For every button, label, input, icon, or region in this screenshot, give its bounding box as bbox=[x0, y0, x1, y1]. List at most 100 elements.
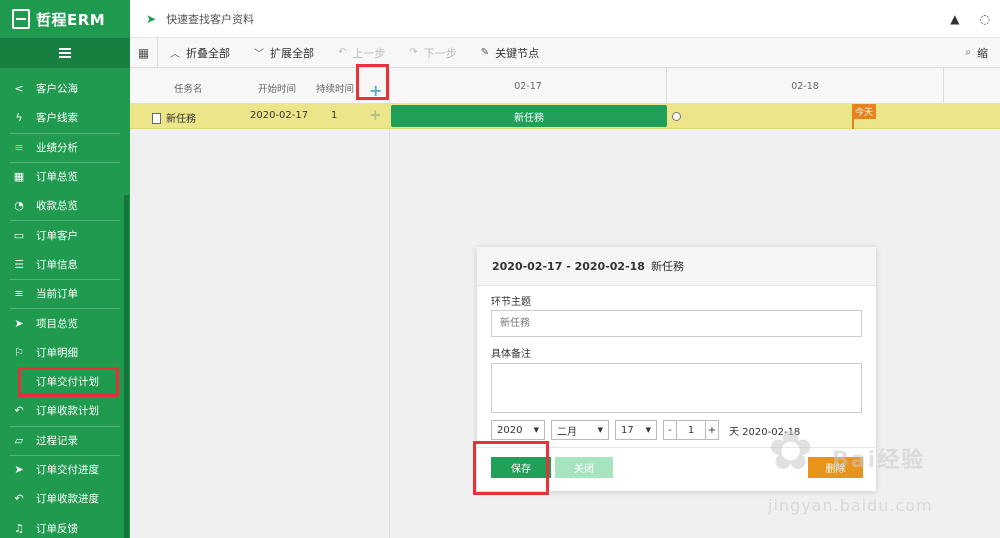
duration-plus-button[interactable]: + bbox=[705, 420, 719, 440]
collapse-all-label: 折叠全部 bbox=[186, 46, 230, 60]
bell-icon: ♫ bbox=[14, 521, 24, 535]
sidebar-item-label: 业绩分析 bbox=[36, 141, 78, 154]
critical-path-label: 关键节点 bbox=[495, 46, 540, 60]
sidebar-item-feedback[interactable]: ♫ 订单反馈 bbox=[0, 513, 130, 538]
folder-icon: ▱ bbox=[14, 433, 24, 447]
grid-body bbox=[130, 129, 390, 538]
redo-icon: ↷ bbox=[409, 47, 418, 58]
expand-all-button[interactable]: ﹀ 扩展全部 bbox=[242, 38, 326, 68]
topbar: ➤ 快速查找客户资料 ▲ ◌ bbox=[130, 0, 1000, 38]
sidebar-item-label: 订单收款进度 bbox=[36, 493, 99, 506]
brand-name: 哲程ERM bbox=[36, 10, 106, 29]
sidebar-item-performance[interactable]: ≡ 业绩分析 bbox=[0, 132, 130, 162]
duration-stepper: - 1 + bbox=[663, 420, 719, 440]
undo-icon: ↶ bbox=[338, 47, 347, 58]
redo-button[interactable]: ↷ 下一步 bbox=[397, 38, 468, 68]
watermark-logo: Bai经验 bbox=[832, 448, 926, 473]
grid-header: 任务名 开始时间 持续时间 + bbox=[130, 68, 390, 104]
sidebar-item-label: 订单客户 bbox=[36, 229, 78, 242]
sidebar-item-label: 过程记录 bbox=[36, 434, 78, 447]
sidebar-item-label: 客户公海 bbox=[36, 83, 78, 96]
sidebar-menu: < 客户公海 ϟ 客户线索 ≡ 业绩分析 ▦ 订单总览 ◔ 收款总览 ▭ 订单客户 ☰ 订单信… bbox=[0, 74, 130, 538]
undo-button[interactable]: ↶ 上一步 bbox=[326, 38, 397, 68]
sidebar-item-customer-leads[interactable]: ϟ 客户线索 bbox=[0, 103, 130, 132]
sidebar-item-customer-pool[interactable]: < 客户公海 bbox=[0, 74, 130, 103]
reply-icon: ↶ bbox=[14, 492, 24, 506]
dialog-date-range: 2020-02-17 - 2020-02-18 bbox=[492, 259, 645, 273]
timeline-date: 02-17 bbox=[390, 68, 667, 104]
duration-minus-button[interactable]: - bbox=[663, 420, 677, 440]
sidebar-item-label: 客户线索 bbox=[36, 112, 78, 125]
sidebar-toggle[interactable] bbox=[0, 38, 130, 68]
task-name: 新任務 bbox=[166, 114, 196, 125]
subject-input[interactable] bbox=[491, 310, 862, 337]
flag-icon: ⚐ bbox=[14, 345, 24, 359]
paw-icon: ✿ bbox=[768, 419, 814, 482]
search-text: 快速查找客户资料 bbox=[166, 12, 255, 26]
subject-label: 环节主题 bbox=[491, 297, 531, 308]
duration-input[interactable]: 1 bbox=[677, 420, 705, 440]
watermark-url: jingyan.baidu.com bbox=[768, 496, 933, 515]
undo-label: 上一步 bbox=[352, 46, 386, 60]
sidebar-item-current-orders[interactable]: ≡ 当前订单 bbox=[0, 279, 130, 308]
brand-logo-icon bbox=[12, 9, 30, 29]
sidebar-item-order-overview[interactable]: ▦ 订单总览 bbox=[0, 161, 130, 191]
sidebar-scrollbar[interactable] bbox=[124, 195, 129, 538]
sidebar-item-order-customer[interactable]: ▭ 订单客户 bbox=[0, 220, 130, 249]
search-icon: ⌕ bbox=[965, 47, 971, 58]
month-value: 二月 bbox=[557, 426, 577, 438]
timeline-date: 02-18 bbox=[667, 68, 944, 104]
year-select[interactable]: 2020 ▼ bbox=[491, 420, 545, 440]
sidebar-item-label: 订单反馈 bbox=[36, 522, 78, 535]
day-select[interactable]: 17 ▼ bbox=[615, 420, 657, 440]
sidebar-item-project-overview[interactable]: ➤ 项目总览 bbox=[0, 308, 130, 337]
grid-icon: ▦ bbox=[13, 170, 25, 184]
close-button[interactable]: 关闭 bbox=[555, 457, 613, 478]
col-duration: 持续时间 bbox=[316, 84, 355, 95]
calendar-icon[interactable]: ▦ bbox=[130, 37, 158, 68]
sidebar-item-order-details[interactable]: ⚐ 订单明细 bbox=[0, 338, 130, 367]
col-task-name: 任务名 bbox=[174, 84, 203, 95]
send-icon: ➤ bbox=[14, 316, 24, 330]
dialog-task-name: 新任務 bbox=[650, 260, 684, 273]
android-icon[interactable]: ▲ bbox=[950, 12, 959, 26]
sidebar-item-label: 项目总览 bbox=[36, 317, 78, 330]
share-icon: < bbox=[14, 82, 24, 96]
highlight-save bbox=[473, 441, 549, 495]
bars-icon: ≡ bbox=[14, 140, 24, 154]
task-duration: 1 bbox=[331, 110, 338, 121]
wrench-icon: ✎ bbox=[480, 47, 490, 58]
gantt-toolbar: ▦ ︿ 折叠全部 ﹀ 扩展全部 ↶ 上一步 ↷ 下一步 ✎ 关键节点 ⌕ 缩 bbox=[130, 37, 1000, 68]
chat-icon[interactable]: ◌ bbox=[980, 12, 990, 26]
sidebar-item-order-info[interactable]: ☰ 订单信息 bbox=[0, 250, 130, 279]
sidebar-item-delivery-progress[interactable]: ➤ 订单交付进度 bbox=[0, 454, 130, 484]
brand[interactable]: 哲程ERM bbox=[0, 0, 130, 38]
sidebar-item-payment-overview[interactable]: ◔ 收款总览 bbox=[0, 191, 130, 220]
sidebar-item-process-records[interactable]: ▱ 过程记录 bbox=[0, 425, 130, 455]
day-value: 17 bbox=[621, 424, 634, 436]
caret-down-icon: ▼ bbox=[597, 426, 603, 434]
caret-down-icon: ▼ bbox=[533, 426, 539, 434]
add-subtask-icon[interactable]: + bbox=[369, 106, 382, 124]
list-icon: ≡ bbox=[14, 287, 24, 301]
caret-down-icon: ▼ bbox=[645, 426, 651, 434]
sidebar-item-label: 订单明细 bbox=[36, 346, 78, 359]
task-bar[interactable]: 新任務 bbox=[391, 105, 667, 127]
customer-search[interactable]: ➤ 快速查找客户资料 bbox=[130, 11, 254, 27]
collapse-all-button[interactable]: ︿ 折叠全部 bbox=[158, 38, 242, 68]
critical-path-button[interactable]: ✎ 关键节点 bbox=[469, 38, 551, 68]
dialog-header: 2020-02-17 - 2020-02-18 新任務 bbox=[477, 247, 876, 286]
month-select[interactable]: 二月 ▼ bbox=[551, 420, 609, 440]
sidebar-item-label: 订单收款计划 bbox=[36, 405, 99, 418]
task-start: 2020-02-17 bbox=[250, 110, 309, 121]
sidebar-item-payment-progress[interactable]: ↶ 订单收款进度 bbox=[0, 484, 130, 513]
task-link-handle[interactable] bbox=[672, 112, 681, 121]
send-icon: ➤ bbox=[14, 463, 24, 476]
rss-icon: ◔ bbox=[14, 199, 24, 213]
sidebar-item-payment-plan[interactable]: ↶ 订单收款计划 bbox=[0, 396, 130, 425]
zoom-button[interactable]: ⌕ 缩 bbox=[953, 38, 1000, 68]
notes-textarea[interactable] bbox=[491, 363, 862, 413]
highlight-add-task bbox=[356, 64, 389, 100]
sidebar-item-label: 收款总览 bbox=[36, 200, 78, 213]
timeline-header: 02-17 02-18 bbox=[390, 68, 1000, 104]
